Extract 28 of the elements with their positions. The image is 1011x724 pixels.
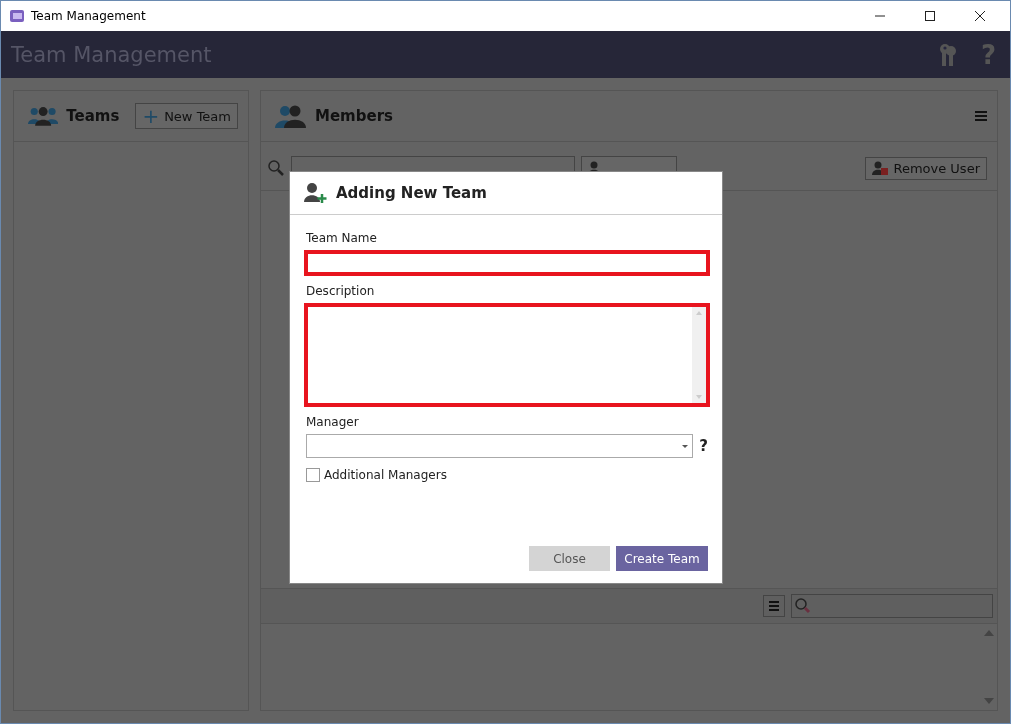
field-label: Manager — [306, 415, 360, 429]
text-field[interactable] — [304, 250, 710, 276]
maximize-icon[interactable] — [924, 10, 936, 22]
remove-user-icon — [872, 161, 889, 175]
search-field[interactable] — [791, 594, 993, 618]
close-button[interactable]: Close — [529, 546, 610, 571]
field-label: Team Name — [306, 231, 378, 245]
people-icon — [275, 104, 307, 128]
dropdown-field[interactable] — [306, 434, 694, 458]
checkbox-label: Additional Managers — [324, 468, 447, 482]
menu-icon[interactable] — [975, 111, 987, 121]
help-button[interactable]: ? — [699, 437, 708, 455]
textarea-field[interactable] — [304, 303, 710, 407]
search-icon — [267, 159, 285, 177]
close-icon[interactable] — [974, 10, 986, 22]
create-team-button[interactable]: Create Team — [616, 546, 708, 571]
panel-title: Members — [315, 107, 393, 125]
menu-icon[interactable] — [763, 595, 785, 617]
add-user-icon — [304, 182, 328, 204]
new-team-button[interactable]: + New Team — [135, 103, 238, 129]
group-icon — [28, 105, 59, 127]
dialog-title: Adding New Team — [336, 184, 487, 202]
field-label: Description — [306, 284, 376, 298]
panel-title: Teams — [66, 107, 120, 125]
checkbox[interactable] — [306, 468, 320, 482]
app-icon — [9, 8, 25, 24]
remove-user-button[interactable]: Remove User — [865, 156, 987, 180]
window-title: Team Management — [31, 9, 146, 23]
